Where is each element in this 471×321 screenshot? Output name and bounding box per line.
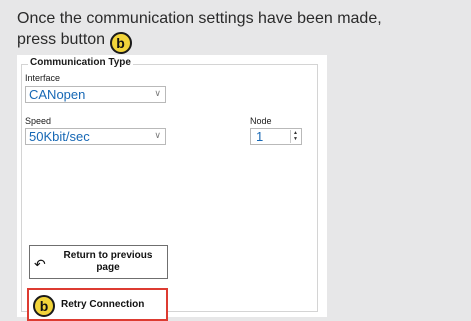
speed-select[interactable]: 50Kbit/sec ∨	[25, 128, 166, 145]
return-to-previous-page-button[interactable]: ↶ Return to previous page	[29, 245, 168, 279]
node-value: 1	[256, 129, 264, 144]
instruction-line-2: press button b	[17, 29, 457, 54]
step-b-badge: b	[33, 295, 55, 317]
step-b-badge: b	[109, 32, 132, 54]
spinner-arrows-icon[interactable]: ▲ ▼	[290, 130, 300, 143]
chevron-down-icon: ∨	[154, 130, 161, 140]
speed-value: 50Kbit/sec	[29, 129, 90, 144]
instruction-press-text: press button	[17, 31, 106, 48]
communication-type-group: Communication Type Interface CANopen ∨ S…	[21, 57, 318, 321]
speed-label: Speed	[25, 116, 52, 126]
node-label: Node	[250, 116, 272, 126]
retry-button-body: b Retry Connection	[31, 292, 164, 317]
instruction-line-1: Once the communication settings have bee…	[17, 10, 382, 27]
settings-panel: Communication Type Interface CANopen ∨ S…	[17, 55, 327, 321]
interface-select[interactable]: CANopen ∨	[25, 86, 166, 103]
group-title: Communication Type	[28, 57, 133, 68]
retry-button-label: Retry Connection	[61, 299, 145, 310]
retry-connection-button[interactable]: b Retry Connection	[27, 288, 168, 321]
return-arrow-icon: ↶	[34, 256, 46, 272]
chevron-down-icon: ∨	[154, 88, 161, 98]
instruction-text: Once the communication settings have bee…	[17, 8, 457, 54]
interface-value: CANopen	[29, 87, 86, 102]
node-spinner[interactable]: 1 ▲ ▼	[250, 128, 302, 145]
return-button-label: Return to previous page	[63, 250, 153, 273]
interface-label: Interface	[25, 73, 61, 83]
